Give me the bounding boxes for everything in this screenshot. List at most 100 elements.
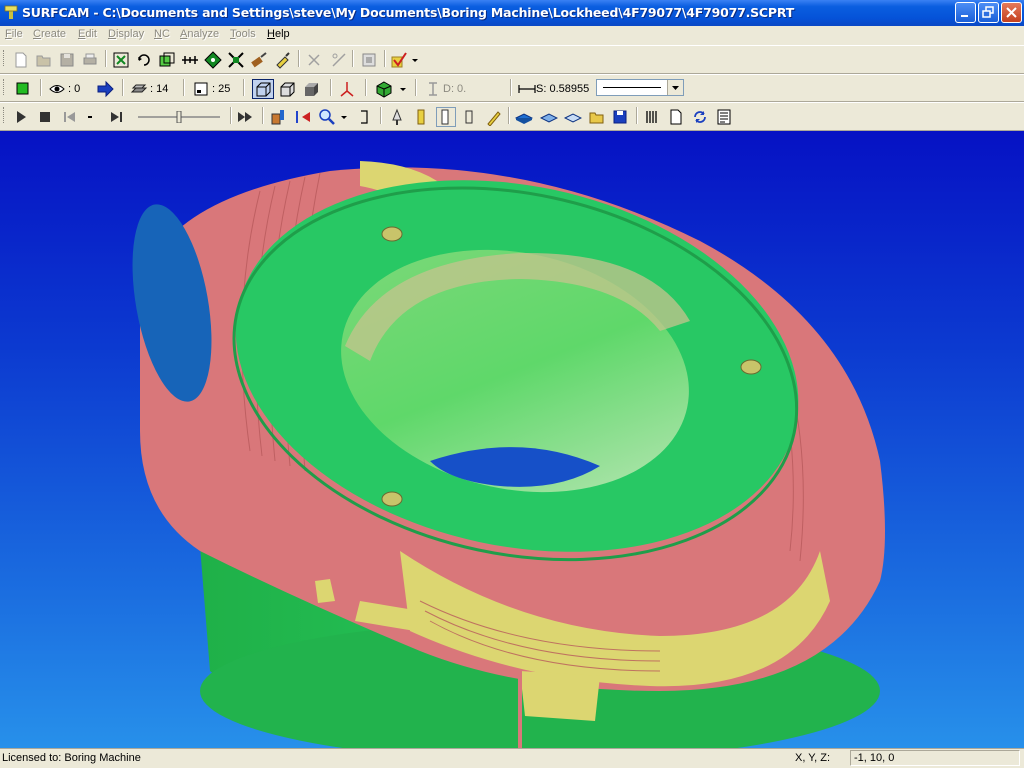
chevron-down-icon[interactable] (411, 51, 420, 69)
close-button[interactable] (1001, 2, 1022, 23)
step-icon (518, 80, 536, 98)
close-icon (1006, 7, 1017, 18)
toolbar-separator (510, 79, 512, 96)
tool-icon[interactable] (388, 108, 406, 126)
stop-icon[interactable] (36, 108, 54, 126)
toolbar-separator (365, 79, 367, 96)
pan-icon[interactable] (181, 51, 199, 69)
wire-stock-icon[interactable] (564, 108, 582, 126)
delete-icon[interactable] (305, 51, 323, 69)
stock-icon[interactable] (540, 108, 558, 126)
line-style-preview (603, 87, 661, 88)
surfcam-app-icon (4, 5, 18, 19)
zoom-icon[interactable] (318, 108, 336, 126)
zoom-fit-icon[interactable] (112, 51, 130, 69)
restore-button[interactable] (978, 2, 999, 23)
axis-icon[interactable] (338, 80, 356, 98)
line-style-select[interactable] (596, 79, 684, 96)
check-icon[interactable] (390, 51, 408, 69)
minimize-icon (961, 15, 968, 17)
step-label: S: 0.58955 (536, 83, 590, 95)
depth-icon (425, 80, 441, 98)
toolbar-separator (183, 79, 185, 96)
toolbar-grip[interactable] (3, 107, 7, 123)
speed-slider[interactable] (138, 110, 220, 124)
toolbar-separator (415, 79, 417, 96)
arrow-right-icon[interactable] (96, 80, 114, 98)
tool-path-icon[interactable] (294, 108, 312, 126)
coordinate-label: X, Y, Z: (795, 752, 831, 764)
toolbar-separator (380, 107, 382, 124)
paint-brush-icon[interactable] (250, 51, 268, 69)
menu-display[interactable]: Display (108, 28, 144, 40)
page-frame-icon[interactable] (192, 80, 210, 98)
menu-edit[interactable]: Edit (78, 28, 97, 40)
wireframe-view-button[interactable] (252, 79, 274, 99)
zoom-extents-icon[interactable] (227, 51, 245, 69)
cutter-icon[interactable] (412, 108, 430, 126)
toolbar-separator (352, 50, 354, 67)
simulation-toolbar (0, 102, 1024, 131)
step-forward-icon[interactable] (108, 108, 126, 126)
open-folder-icon[interactable] (588, 108, 606, 126)
machined-part-render (132, 161, 885, 748)
refresh-icon[interactable] (691, 108, 709, 126)
restore-icon (982, 6, 994, 18)
save-icon[interactable] (611, 108, 629, 126)
rewind-icon[interactable] (60, 108, 78, 126)
paint-tool-icon[interactable] (274, 51, 292, 69)
view-count: : 0 (68, 83, 81, 95)
toolbar-separator (243, 79, 245, 96)
menu-nc[interactable]: NC (154, 28, 170, 40)
bolt-hole (740, 359, 762, 375)
license-status: Licensed to: Boring Machine (2, 752, 141, 764)
toolbar-separator (330, 79, 332, 96)
minimize-button[interactable] (955, 2, 976, 23)
save-icon[interactable] (58, 51, 76, 69)
toolbar-grip[interactable] (3, 50, 7, 66)
print-icon[interactable] (81, 51, 99, 69)
layer-icon[interactable] (360, 51, 378, 69)
toolbar-separator (230, 107, 232, 124)
fast-forward-icon[interactable] (236, 108, 254, 126)
toolbar-separator (105, 50, 107, 67)
menu-analyze[interactable]: Analyze (180, 28, 219, 40)
chevron-down-icon[interactable] (399, 80, 408, 98)
bolt-hole (381, 491, 403, 507)
highlighter-icon[interactable] (484, 108, 502, 126)
title-bar[interactable]: SURFCAM - C:\Documents and Settings\stev… (0, 0, 1024, 26)
eye-icon[interactable] (48, 80, 66, 98)
simulate-icon[interactable] (270, 108, 288, 126)
trim-icon[interactable] (330, 51, 348, 69)
rotate-icon[interactable] (135, 51, 153, 69)
color-square-icon[interactable] (14, 80, 32, 98)
shaded-stock-icon[interactable] (515, 108, 533, 126)
page-icon[interactable] (667, 108, 685, 126)
chevron-down-icon[interactable] (667, 80, 683, 95)
menu-file[interactable]: File (5, 28, 23, 40)
report-icon[interactable] (643, 108, 661, 126)
cube-icon[interactable] (375, 80, 393, 98)
fit-icon[interactable] (356, 108, 374, 126)
toolbar-separator (262, 107, 264, 124)
menu-bar: File Create Edit Display NC Analyze Tool… (0, 26, 1024, 44)
layers-icon[interactable] (130, 80, 148, 98)
zoom-window-icon[interactable] (158, 51, 176, 69)
menu-create[interactable]: Create (33, 28, 66, 40)
holder-icon[interactable] (436, 107, 456, 127)
chevron-down-icon[interactable] (340, 108, 349, 126)
shaded-view-icon[interactable] (302, 80, 320, 98)
play-icon[interactable] (12, 108, 30, 126)
list-icon[interactable] (715, 108, 733, 126)
open-folder-icon[interactable] (35, 51, 53, 69)
hidden-line-icon[interactable] (278, 80, 296, 98)
graphics-viewport[interactable] (0, 131, 1024, 748)
view-rotate-icon[interactable] (204, 51, 222, 69)
chevron-down-icon[interactable] (86, 108, 95, 126)
menu-tools[interactable]: Tools (230, 28, 256, 40)
new-file-icon[interactable] (12, 51, 30, 69)
menu-help[interactable]: Help (267, 28, 290, 40)
toolbar-separator (384, 50, 386, 67)
toolbar-grip[interactable] (3, 79, 7, 95)
holder-outline-icon[interactable] (460, 108, 478, 126)
